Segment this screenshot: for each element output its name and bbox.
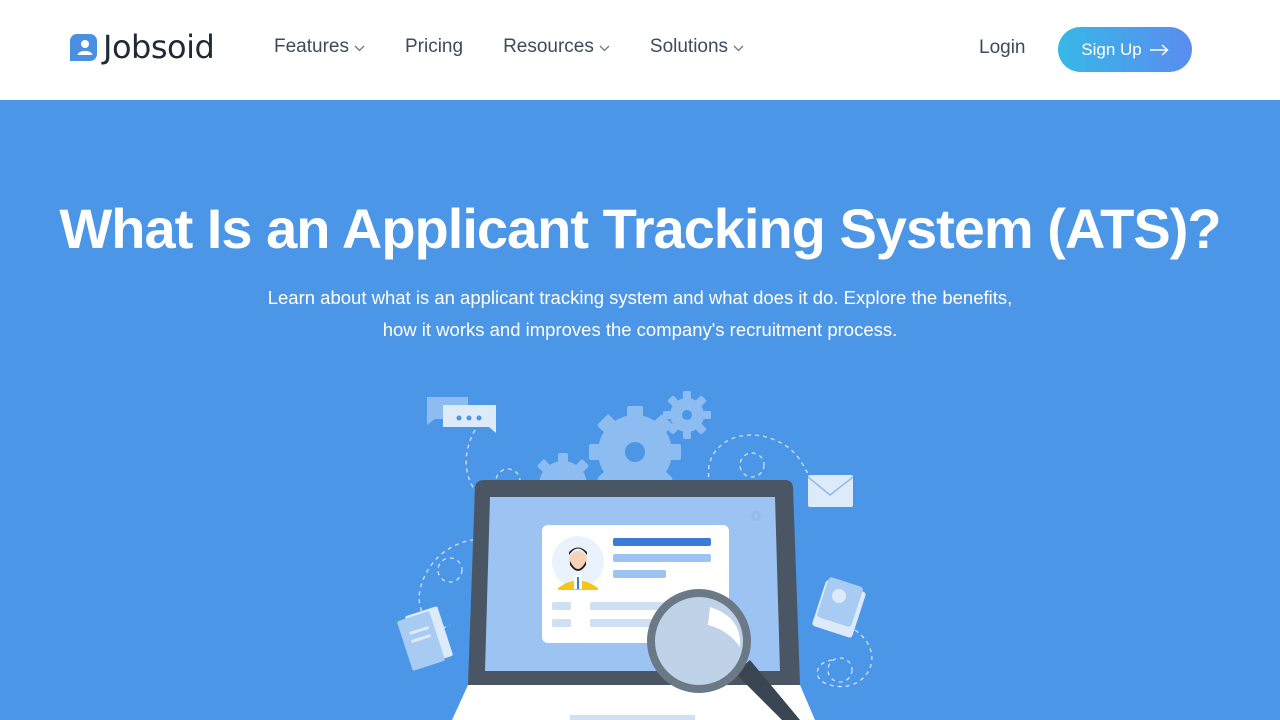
nav-solutions-label: Solutions — [649, 36, 729, 57]
login-link[interactable]: Login — [979, 37, 1026, 59]
envelope-icon — [807, 475, 854, 507]
document-icon — [397, 606, 453, 671]
nav-resources[interactable]: Resources — [503, 36, 610, 58]
logo-person-icon — [70, 33, 97, 61]
arrow-right-icon — [1149, 43, 1169, 56]
chevron-down-icon — [733, 45, 744, 51]
jobsoid-logo[interactable]: Jobsoid — [70, 28, 215, 66]
chat-bubble-icon — [427, 397, 496, 433]
ats-illustration — [397, 391, 873, 720]
main-nav: Features Pricing Resources Solutions — [274, 36, 784, 58]
hero-subtitle: Learn about what is an applicant trackin… — [240, 282, 1040, 346]
top-navbar: Jobsoid Features Pricing Resources Solut… — [0, 0, 1280, 100]
nav-features[interactable]: Features — [274, 36, 365, 58]
gear-icon — [751, 511, 761, 521]
nav-features-label: Features — [274, 36, 349, 57]
nav-pricing-label: Pricing — [404, 36, 464, 57]
chevron-down-icon — [599, 45, 610, 51]
nav-solutions[interactable]: Solutions — [650, 36, 744, 58]
signup-label: Sign Up — [1081, 39, 1142, 59]
page-title: What Is an Applicant Tracking System (AT… — [59, 197, 1221, 260]
chevron-down-icon — [354, 45, 365, 51]
hero-subtitle-line-1: Learn about what is an applicant trackin… — [267, 287, 1013, 308]
nav-resources-label: Resources — [503, 36, 594, 57]
logo-text: Jobsoid — [103, 28, 215, 66]
hero-subtitle-line-2: how it works and improves the company's … — [382, 319, 898, 340]
signup-button[interactable]: Sign Up — [1058, 27, 1192, 72]
photo-icon — [812, 577, 866, 638]
nav-pricing[interactable]: Pricing — [405, 36, 463, 58]
